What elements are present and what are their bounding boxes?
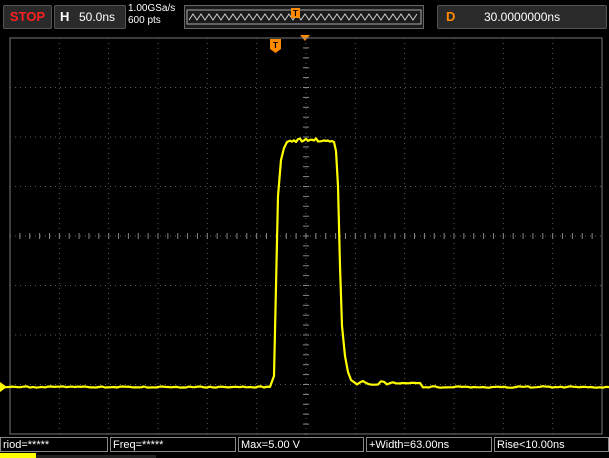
- channel1-tab[interactable]: [0, 453, 36, 458]
- channel1-waveform: [0, 137, 609, 389]
- acquisition-info: 1.00GSa/s 600 pts: [128, 3, 175, 27]
- horizontal-label: H: [60, 9, 70, 24]
- measurement-period[interactable]: riod=*****: [0, 437, 108, 452]
- memory-overview-bar: T: [184, 5, 424, 29]
- channel1-ground-marker[interactable]: [0, 382, 7, 392]
- delay-box[interactable]: D 30.0000000ns: [437, 5, 607, 29]
- memory-trigger-marker: T: [291, 8, 300, 18]
- memory-depth: 600 pts: [128, 15, 161, 26]
- timebase-value: 50.0ns: [79, 10, 116, 24]
- run-stop-button[interactable]: STOP: [3, 5, 52, 29]
- delay-value: 30.0000000ns: [484, 10, 561, 24]
- measurement-frequency[interactable]: Freq=*****: [110, 437, 236, 452]
- sample-rate: 1.00GSa/s: [128, 3, 176, 14]
- waveform-display[interactable]: [0, 36, 609, 436]
- svg-text:T: T: [293, 9, 298, 18]
- measurement-max[interactable]: Max=5.00 V: [238, 437, 364, 452]
- graticule-grid: [9, 37, 603, 435]
- delay-label: D: [446, 9, 456, 24]
- measurement-rise-time[interactable]: Rise<10.00ns: [494, 437, 609, 452]
- top-status-bar: STOP H 50.0ns 1.00GSa/s 600 pts T D 30.0…: [0, 0, 609, 34]
- measurement-positive-width[interactable]: +Width=63.00ns: [366, 437, 492, 452]
- horizontal-timebase-box[interactable]: H 50.0ns: [54, 5, 126, 29]
- memory-waveform-preview: T: [186, 8, 422, 25]
